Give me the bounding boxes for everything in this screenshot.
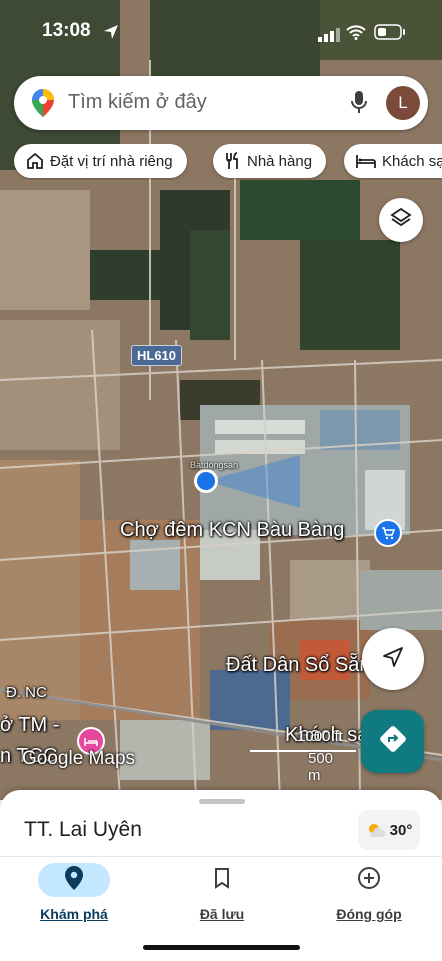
chip-set-home[interactable]: Đặt vị trí nhà riêng (14, 144, 187, 178)
layers-button[interactable] (379, 198, 423, 242)
nav-label: Khám phá (40, 906, 108, 922)
nav-explore-pill (38, 863, 110, 897)
search-input[interactable]: Tìm kiếm ở đây (68, 91, 207, 114)
sheet-place-name: TT. Lai Uyên (24, 818, 142, 841)
home-indicator[interactable] (143, 945, 300, 950)
explore-pin-icon (65, 865, 83, 895)
restaurant-icon (225, 152, 241, 170)
scale-ft: 1000 ft (297, 728, 343, 745)
nav-label: Đã lưu (199, 906, 245, 922)
chip-hotels[interactable]: Khách sạn (344, 144, 442, 178)
road-shield-hl610: HL610 (131, 345, 183, 366)
watermark: Batdongsan (190, 460, 239, 470)
my-location-button[interactable] (362, 628, 424, 690)
location-arrow-icon (103, 24, 119, 45)
directions-icon (378, 724, 408, 759)
home-icon (26, 152, 44, 170)
weather-badge[interactable]: 30° (358, 810, 420, 850)
google-maps-logo: Google Maps (22, 748, 136, 769)
temperature: 30° (389, 821, 413, 839)
search-bar[interactable]: Tìm kiếm ở đây L (14, 76, 428, 130)
place-label-tm[interactable]: ở TM - (0, 714, 59, 737)
wifi-icon (346, 24, 366, 45)
place-label-dat-dan[interactable]: Đất Dân Sổ Sẵn (226, 654, 371, 677)
road-label-dnc: Đ. NC (6, 684, 47, 701)
nav-label: Đóng góp (336, 906, 402, 922)
chip-restaurants[interactable]: Nhà hàng (213, 144, 327, 178)
mic-icon[interactable] (350, 90, 368, 119)
nav-explore[interactable]: Khám phá (4, 863, 144, 922)
directions-button[interactable] (361, 710, 424, 773)
nav-contribute[interactable]: Đóng góp (299, 863, 439, 922)
signal-icon (318, 28, 340, 47)
category-chips: Đặt vị trí nhà riêng Nhà hàng Khách sạn (14, 144, 442, 180)
nav-contribute-pill (333, 863, 405, 897)
chip-label: Đặt vị trí nhà riêng (50, 152, 173, 170)
avatar[interactable]: L (386, 86, 420, 120)
status-bar: 13:08 (0, 0, 442, 66)
battery-icon (374, 24, 406, 45)
partly-cloudy-icon (366, 822, 386, 838)
layers-icon (390, 207, 412, 234)
nav-saved[interactable]: Đã lưu (152, 863, 292, 922)
bookmark-icon (213, 867, 231, 894)
nav-saved-pill (186, 863, 258, 897)
drag-handle[interactable] (199, 799, 245, 804)
hotel-icon (356, 153, 376, 169)
status-time: 13:08 (42, 20, 91, 41)
google-maps-pin-icon (32, 89, 54, 122)
shopping-cart-icon[interactable] (374, 519, 402, 547)
chip-label: Khách sạn (382, 152, 442, 170)
add-circle-icon (357, 866, 381, 895)
chip-label: Nhà hàng (247, 152, 313, 170)
place-label-cho-dem[interactable]: Chợ đêm KCN Bàu Bàng (120, 519, 344, 542)
scale-m: 500 m (308, 750, 334, 784)
navigation-arrow-icon (382, 646, 404, 673)
